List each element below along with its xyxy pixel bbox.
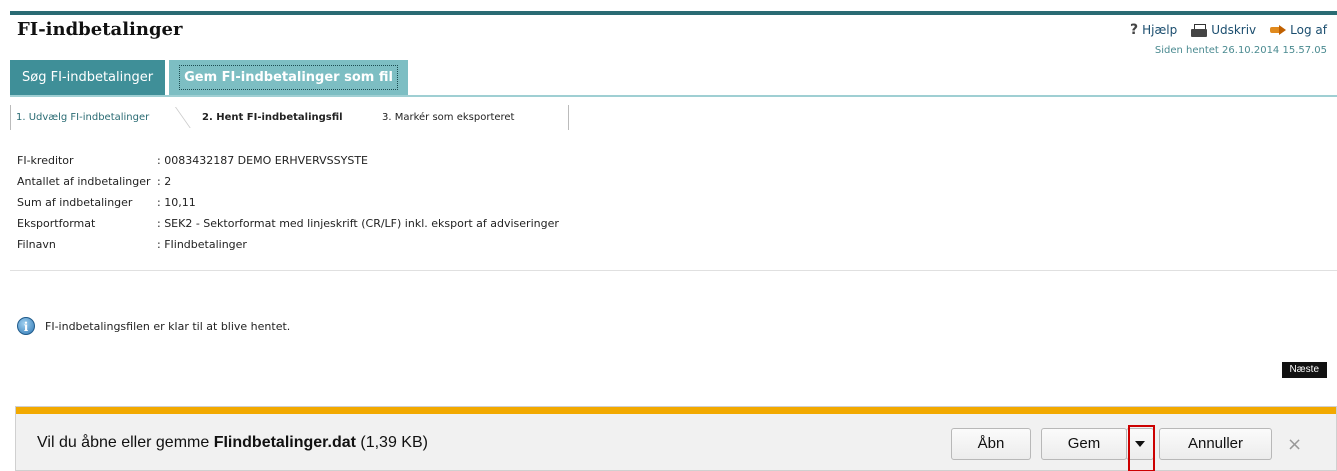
tab-search[interactable]: Søg FI-indbetalinger [10, 60, 166, 95]
save-button[interactable]: Gem [1041, 428, 1127, 460]
info-row-creditor: FI-kreditor : 0083432187 DEMO ERHVERVSSY… [17, 150, 559, 171]
download-prompt-prefix: Vil du åbne eller gemme [37, 434, 214, 451]
info-value: : 10,11 [157, 196, 196, 209]
step-end-divider [568, 105, 569, 130]
info-icon: i [17, 317, 35, 335]
download-bar-accent [16, 407, 1336, 414]
chevron-down-icon [1135, 441, 1145, 448]
info-label: Eksportformat [17, 217, 96, 230]
info-row-count: Antallet af indbetalinger : 2 [17, 171, 559, 192]
step-1[interactable]: 1. Udvælg FI-indbetalinger [10, 105, 191, 130]
cancel-button[interactable]: Annuller [1159, 428, 1272, 460]
download-filename: FIindbetalinger.dat [213, 434, 356, 451]
step-1-label: 1. Udvælg FI-indbetalinger [16, 112, 150, 123]
print-link[interactable]: Udskriv [1191, 23, 1256, 37]
top-rule [10, 11, 1337, 15]
help-link[interactable]: ? Hjælp [1130, 22, 1177, 38]
download-file-size: (1,39 KB) [355, 434, 428, 451]
info-label: Sum af indbetalinger [17, 196, 133, 209]
logout-icon [1270, 25, 1287, 35]
info-notice: i FI-indbetalingsfilen er klar til at bl… [17, 317, 290, 335]
step-3: 3. Markér som eksporteret [372, 105, 572, 130]
print-link-label: Udskriv [1211, 23, 1257, 37]
info-value: : 0083432187 DEMO ERHVERVSSYSTE [157, 154, 368, 167]
open-button[interactable]: Åbn [951, 428, 1031, 460]
tab-save-as-file[interactable]: Gem FI-indbetalinger som fil [169, 60, 408, 95]
top-links: ? Hjælp Udskriv Log af [1130, 22, 1327, 38]
info-label: FI-kreditor [17, 154, 74, 167]
logout-link-label: Log af [1290, 23, 1327, 37]
step-wizard: 1. Udvælg FI-indbetalinger 2. Hent FI-in… [10, 105, 572, 130]
tab-save-as-file-label: Gem FI-indbetalinger som fil [179, 65, 398, 90]
info-row-export-format: Eksportformat : SEK2 - Sektorformat med … [17, 213, 559, 234]
info-row-filename: Filnavn : FIindbetalinger [17, 234, 559, 255]
page-fetched-timestamp: Siden hentet 26.10.2014 15.57.05 [1154, 45, 1327, 56]
logout-link[interactable]: Log af [1270, 23, 1327, 37]
next-button[interactable]: Næste [1281, 362, 1327, 378]
step-2-label: 2. Hent FI-indbetalingsfil [202, 112, 343, 123]
step-2: 2. Hent FI-indbetalingsfil [182, 105, 372, 130]
tab-bar: Søg FI-indbetalinger Gem FI-indbetalinge… [10, 60, 408, 95]
info-row-sum: Sum af indbetalinger : 10,11 [17, 192, 559, 213]
file-info-table: FI-kreditor : 0083432187 DEMO ERHVERVSSY… [17, 150, 559, 255]
printer-icon [1191, 23, 1208, 37]
info-notice-text: FI-indbetalingsfilen er klar til at bliv… [45, 319, 291, 333]
download-prompt: Vil du åbne eller gemme FIindbetalinger.… [37, 434, 428, 452]
help-link-label: Hjælp [1142, 23, 1178, 37]
save-options-dropdown[interactable] [1126, 428, 1154, 460]
download-notification-bar: Vil du åbne eller gemme FIindbetalinger.… [15, 406, 1337, 471]
section-divider [10, 270, 1337, 271]
info-label: Antallet af indbetalinger [17, 175, 151, 188]
page-title: FI-indbetalinger [17, 19, 183, 40]
step-3-label: 3. Markér som eksporteret [382, 112, 515, 123]
info-value: : FIindbetalinger [157, 238, 247, 251]
help-icon: ? [1129, 22, 1139, 38]
tab-rule [10, 95, 1337, 97]
info-label: Filnavn [17, 238, 56, 251]
info-value: : 2 [157, 175, 172, 188]
info-value: : SEK2 - Sektorformat med linjeskrift (C… [157, 217, 559, 230]
close-icon[interactable]: × [1287, 434, 1302, 455]
